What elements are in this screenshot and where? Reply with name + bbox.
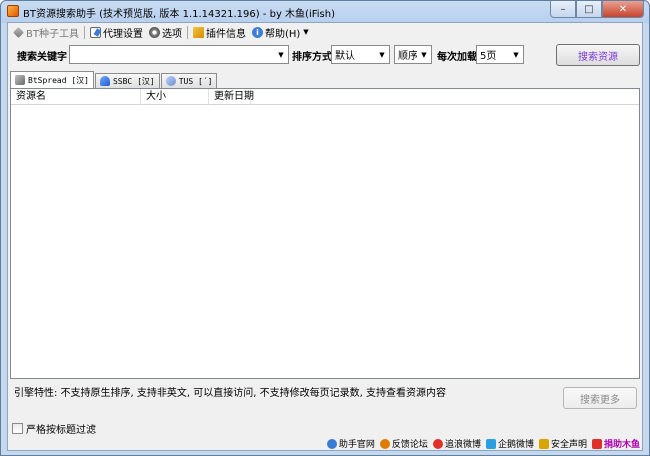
tus-icon [165, 76, 176, 86]
options-button[interactable]: 选项 [146, 24, 185, 40]
link-official-site[interactable]: 助手官网 [326, 437, 375, 450]
chevron-down-icon[interactable]: ▼ [375, 46, 389, 63]
link-label: 安全声明 [550, 440, 587, 450]
column-header-date[interactable]: 更新日期 [209, 89, 254, 105]
proxy-settings-label: 代理设置 [102, 28, 143, 40]
load-label: 每次加载 [437, 52, 477, 63]
gear-icon [148, 26, 160, 38]
link-sina-weibo[interactable]: 追浪微博 [432, 437, 481, 450]
proxy-settings-button[interactable]: 代理设置 [87, 24, 146, 40]
tab-tus[interactable]: TUS [´] [160, 73, 218, 88]
client-area: BT种子工具 代理设置 选项 插件信息 i 帮助(H) ▼ 搜索关键字 ▼ 排序… [7, 22, 643, 451]
order-select[interactable]: 顺序 ▼ [394, 45, 432, 64]
tab-label: BtSpread [汉] [28, 75, 89, 85]
link-security-statement[interactable]: 安全声明 [538, 437, 587, 450]
toolbar: BT种子工具 代理设置 选项 插件信息 i 帮助(H) ▼ [8, 23, 642, 41]
tab-btspread[interactable]: BtSpread [汉] [10, 71, 94, 88]
shield-icon [538, 438, 549, 449]
options-label: 选项 [161, 28, 182, 40]
link-feedback-forum[interactable]: 反馈论坛 [379, 437, 428, 450]
link-label: 反馈论坛 [391, 440, 428, 450]
column-header-size[interactable]: 大小 [141, 89, 209, 105]
donate-icon [591, 438, 602, 449]
plugin-info-button[interactable]: 插件信息 [190, 24, 249, 40]
ssbc-icon [99, 76, 110, 86]
chevron-down-icon[interactable]: ▼ [509, 46, 523, 63]
plugin-icon [192, 26, 204, 38]
link-label: 助手官网 [338, 440, 375, 450]
sort-label: 排序方式 [292, 52, 332, 63]
link-label: 捐助木鱼 [603, 440, 640, 450]
chevron-down-icon[interactable]: ▼ [417, 46, 431, 63]
forum-icon [379, 438, 390, 449]
load-value: 5页 [480, 51, 497, 62]
link-label: 追浪微博 [444, 440, 481, 450]
bt-seed-tool-label: BT种子工具 [26, 28, 79, 40]
wrench-icon [13, 26, 24, 38]
link-donate[interactable]: 捐助木鱼 [591, 437, 640, 450]
proxy-icon [89, 26, 101, 38]
globe-icon [326, 438, 337, 449]
tab-ssbc[interactable]: SSBC [汉] [94, 73, 160, 88]
qq-weibo-icon [485, 438, 496, 449]
close-button[interactable]: ✕ [602, 1, 644, 18]
engine-info-text: 引擎特性: 不支持原生排序, 支持非英文, 可以直接访问, 不支持修改每页记录数… [14, 388, 446, 399]
title-filter-checkbox[interactable] [12, 423, 23, 434]
weibo-icon [432, 438, 443, 449]
keyword-combobox[interactable]: ▼ [69, 45, 289, 64]
sort-value: 默认 [335, 51, 355, 62]
footer-links: 助手官网 反馈论坛 追浪微博 企鹅微博 安全声明 捐助木鱼 [322, 437, 640, 450]
order-value: 顺序 [398, 51, 417, 62]
toolbar-separator [83, 25, 85, 39]
help-label: 帮助(H) [264, 28, 301, 40]
minimize-button[interactable]: – [550, 1, 576, 18]
window-title: BT资源搜索助手 (技术预览版, 版本 1.1.14321.196) - by … [23, 9, 335, 20]
app-window: BT资源搜索助手 (技术预览版, 版本 1.1.14321.196) - by … [0, 0, 650, 456]
sort-select[interactable]: 默认 ▼ [331, 45, 390, 64]
tab-label: SSBC [汉] [112, 76, 155, 86]
help-menu-button[interactable]: i 帮助(H) ▼ [249, 24, 312, 40]
title-filter[interactable]: 严格按标题过滤 [12, 421, 96, 436]
load-select[interactable]: 5页 ▼ [476, 45, 524, 64]
search-row: 搜索关键字 ▼ 排序方式 默认 ▼ 顺序 ▼ 每次加载 5页 ▼ 搜索资源 [8, 44, 642, 68]
chevron-down-icon[interactable]: ▼ [274, 46, 288, 63]
engine-tabs: BtSpread [汉] SSBC [汉] TUS [´] [10, 71, 218, 88]
maximize-button[interactable]: □ [576, 1, 602, 18]
title-bar[interactable]: BT资源搜索助手 (技术预览版, 版本 1.1.14321.196) - by … [1, 1, 649, 22]
keyword-label: 搜索关键字 [17, 52, 67, 63]
tab-label: TUS [´] [178, 76, 213, 86]
chevron-down-icon: ▼ [303, 28, 309, 36]
help-icon: i [251, 26, 263, 38]
app-icon [7, 5, 19, 17]
bt-icon [15, 75, 25, 85]
toolbar-separator [186, 25, 188, 39]
window-controls: – □ ✕ [550, 1, 644, 19]
bt-seed-tool-button[interactable]: BT种子工具 [10, 24, 82, 40]
link-qq-weibo[interactable]: 企鹅微博 [485, 437, 534, 450]
search-button[interactable]: 搜索资源 [556, 44, 640, 66]
column-header-name[interactable]: 资源名 [11, 89, 141, 105]
search-more-button[interactable]: 搜索更多 [563, 387, 637, 409]
plugin-info-label: 插件信息 [205, 28, 246, 40]
results-list[interactable]: 资源名 大小 更新日期 [10, 88, 640, 379]
link-label: 企鹅微博 [497, 440, 534, 450]
title-filter-label[interactable]: 严格按标题过滤 [26, 421, 96, 436]
list-header: 资源名 大小 更新日期 [11, 89, 639, 105]
